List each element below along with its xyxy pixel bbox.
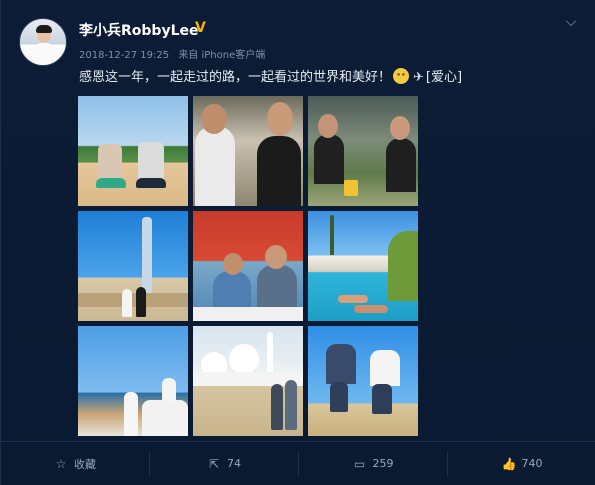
photo-6[interactable] xyxy=(308,211,418,321)
repost-count: 74 xyxy=(227,457,241,470)
photo-figure xyxy=(195,126,235,206)
weibo-post-card: 李小兵RobbyLee V 2018-12-27 19:25 来自 iPhone… xyxy=(0,0,595,485)
photo-grid xyxy=(78,96,418,436)
airplane-icon: ✈ xyxy=(413,70,424,85)
photo-8[interactable] xyxy=(193,326,303,436)
post-timestamp[interactable]: 2018-12-27 19:25 xyxy=(79,50,169,61)
post-source[interactable]: 来自 iPhone客户端 xyxy=(178,50,265,61)
comment-icon: ▭ xyxy=(353,456,366,471)
photo-figure xyxy=(386,138,416,192)
photo-4[interactable] xyxy=(78,211,188,321)
photo-figure xyxy=(122,289,132,317)
photo-figure xyxy=(285,380,297,430)
avatar-hair xyxy=(36,25,52,33)
photo-palm xyxy=(388,231,418,301)
action-bar: ☆ 收藏 ⇱ 74 ▭ 259 👍 740 xyxy=(1,441,595,485)
verified-badge-icon: V xyxy=(195,20,206,36)
post-text-main: 感恩这一年，一起走过的路，一起看过的世界和美好！ xyxy=(79,70,392,85)
photo-figure xyxy=(372,384,392,414)
photo-face xyxy=(201,104,227,134)
username-link[interactable]: 李小兵RobbyLee xyxy=(79,20,198,40)
photo-figure xyxy=(330,382,348,412)
photo-1[interactable] xyxy=(78,96,188,206)
chevron-down-icon[interactable]: ⌵ xyxy=(563,14,579,30)
photo-drink xyxy=(344,180,358,196)
photo-figure xyxy=(354,305,388,313)
favorite-button[interactable]: ☆ 收藏 xyxy=(1,451,150,476)
star-icon: ☆ xyxy=(55,456,67,471)
photo-2[interactable] xyxy=(193,96,303,206)
avatar[interactable] xyxy=(19,18,67,66)
photo-buildings xyxy=(78,293,188,307)
post-text: 感恩这一年，一起走过的路，一起看过的世界和美好！ ✈ [爱心] xyxy=(79,68,462,88)
photo-figure xyxy=(338,295,368,303)
photo-face xyxy=(223,253,243,275)
photo-figure xyxy=(257,136,301,206)
comment-count: 259 xyxy=(372,457,394,470)
favorite-label: 收藏 xyxy=(74,457,96,471)
photo-palm xyxy=(330,215,334,255)
photo-9[interactable] xyxy=(308,326,418,436)
smile-emoji-icon xyxy=(393,68,410,84)
post-meta: 2018-12-27 19:25 来自 iPhone客户端 xyxy=(79,46,271,61)
photo-5[interactable] xyxy=(193,211,303,321)
thumbs-up-icon: 👍 xyxy=(501,456,517,471)
photo-face xyxy=(318,114,338,138)
repost-icon: ⇱ xyxy=(208,456,220,471)
photo-7[interactable] xyxy=(78,326,188,436)
photo-face xyxy=(267,102,293,136)
photo-shorts xyxy=(136,178,166,188)
photo-face xyxy=(390,116,410,140)
photo-figure xyxy=(370,350,400,386)
photo-figure xyxy=(314,134,344,184)
avatar-figure xyxy=(32,43,56,65)
photo-face xyxy=(265,245,287,269)
like-button[interactable]: 👍 740 xyxy=(448,452,595,476)
photo-car xyxy=(142,400,188,436)
photo-shorts xyxy=(96,178,126,188)
photo-3[interactable] xyxy=(308,96,418,206)
photo-figure xyxy=(162,378,176,404)
repost-button[interactable]: ⇱ 74 xyxy=(150,451,299,476)
comment-button[interactable]: ▭ 259 xyxy=(299,451,448,476)
photo-figure xyxy=(326,344,356,384)
photo-figure xyxy=(136,287,146,317)
post-text-tag: [爱心] xyxy=(425,70,463,85)
photo-figure xyxy=(271,384,283,430)
photo-figure xyxy=(124,392,138,436)
like-count: 740 xyxy=(521,457,543,470)
photo-table xyxy=(193,307,303,321)
photo-dome xyxy=(229,344,259,374)
